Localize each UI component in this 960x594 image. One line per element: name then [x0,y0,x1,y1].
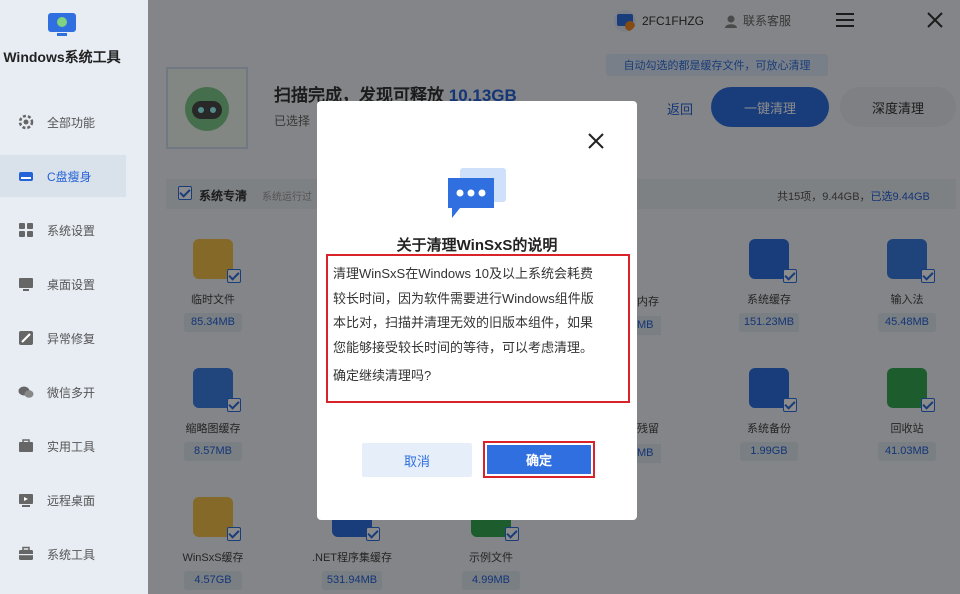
wrench-icon [19,331,33,345]
app-logo-icon [48,13,76,36]
sidebar-item-c-drive-slim[interactable]: C盘瘦身 [0,155,126,197]
gear-icon [18,114,34,130]
dialog-line: 较长时间，因为软件需要进行Windows组件版 [333,290,594,306]
sidebar: Windows系统工具 全部功能 C盘瘦身 系统设置 桌面设置 异常修复 微信多… [0,0,148,594]
sidebar-item-utilities[interactable]: 实用工具 [0,425,126,467]
disk-icon [19,172,33,181]
sidebar-item-repair[interactable]: 异常修复 [0,317,126,359]
dialog-question: 确定继续清理吗? [333,368,432,383]
dialog-title: 关于清理WinSxS的说明 [396,237,558,254]
sidebar-item-label: 全部功能 [47,115,96,130]
chat-icon [18,386,34,398]
cancel-button[interactable]: 取消 [362,443,472,477]
dialog-line: 您能够接受较长时间的等待，可以考虑清理。 [333,339,594,355]
sidebar-item-wechat-multi[interactable]: 微信多开 [0,371,126,413]
app-title: Windows系统工具 [3,49,121,65]
briefcase-icon [19,546,33,560]
confirm-button[interactable]: 确定 [483,441,595,478]
message-bubble-icon [448,168,506,218]
sidebar-item-label: 异常修复 [47,331,96,346]
sidebar-item-label: 实用工具 [47,439,96,454]
toolbox-icon [19,439,33,452]
sidebar-item-remote-desktop[interactable]: 远程桌面 [0,479,126,521]
sidebar-item-label: 微信多开 [47,385,96,400]
sidebar-item-label: 系统工具 [47,547,96,562]
sidebar-item-all-features[interactable]: 全部功能 [0,101,126,143]
sidebar-item-system-settings[interactable]: 系统设置 [0,209,126,251]
dialog-message-box: 清理WinSxS在Windows 10及以上系统会耗费 较长时间，因为软件需要进… [326,254,630,403]
monitor-icon [19,278,33,291]
sidebar-item-label: 桌面设置 [47,277,96,292]
sidebar-item-label: C盘瘦身 [47,169,92,184]
dialog-line: 本比对，扫描并清理无效的旧版本组件，如果 [333,315,594,330]
grid-icon [19,223,33,237]
dialog-line: 清理WinSxS在Windows 10及以上系统会耗费 [333,266,594,281]
sidebar-item-label: 远程桌面 [47,493,96,508]
confirm-button-label: 确定 [487,445,591,474]
sidebar-item-label: 系统设置 [47,223,96,238]
sidebar-item-desktop-settings[interactable]: 桌面设置 [0,263,126,305]
remote-icon [19,494,33,507]
sidebar-item-system-tools[interactable]: 系统工具 [0,533,126,575]
dialog-close-icon[interactable] [587,132,605,150]
